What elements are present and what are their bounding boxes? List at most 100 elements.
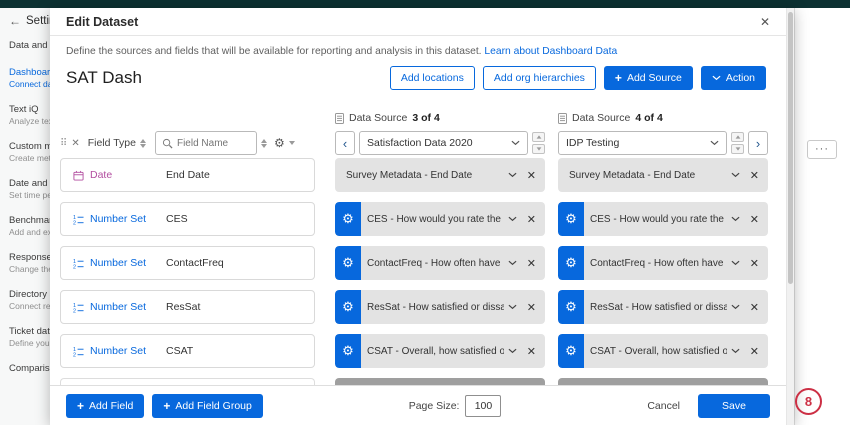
- field-card[interactable]: 12 Number Set CES: [60, 202, 315, 236]
- previous-source-button[interactable]: ‹: [335, 131, 355, 155]
- source-mapping-chip[interactable]: ⚙ ContactFreq - How often have ... ✕: [558, 246, 768, 280]
- svg-text:2: 2: [73, 308, 76, 312]
- save-button[interactable]: Save: [698, 394, 770, 418]
- data-source-4-header: Data Source 4 of 4: [558, 112, 663, 124]
- field-type-label: Field Type: [88, 137, 136, 149]
- search-icon: [162, 138, 173, 149]
- chevron-down-icon[interactable]: [731, 172, 740, 178]
- chevron-down-icon[interactable]: [731, 260, 740, 266]
- add-locations-button[interactable]: Add locations: [390, 66, 475, 90]
- add-field-group-button[interactable]: +Add Field Group: [152, 394, 262, 418]
- edit-dataset-modal: Edit Dataset ✕ Define the sources and fi…: [50, 8, 794, 425]
- cancel-button[interactable]: Cancel: [647, 400, 680, 412]
- reorder-up-icon[interactable]: [532, 132, 545, 142]
- field-row-ces: 12 Number Set CES ⚙ CES - How would you …: [50, 202, 794, 236]
- remove-mapping-icon[interactable]: ✕: [527, 345, 536, 358]
- field-card[interactable]: Date End Date: [60, 158, 315, 192]
- remove-mapping-icon[interactable]: ✕: [750, 345, 759, 358]
- search-input[interactable]: [177, 138, 243, 149]
- source-mapping-chip[interactable]: ⚙ CSAT - Overall, how satisfied or... ✕: [335, 334, 545, 368]
- data-source-3-select[interactable]: Satisfaction Data 2020: [359, 131, 528, 155]
- sort-field-name-icon[interactable]: [261, 139, 267, 148]
- source-mapping-chip[interactable]: ⚙ ContactFreq - How often have ... ✕: [335, 246, 545, 280]
- number-set-icon: 12: [73, 258, 84, 269]
- source-mapping-chip[interactable]: ⚙ ResSat - How satisfied or dissat... ✕: [335, 290, 545, 324]
- source-mapping-chip[interactable]: ⚙ CSAT - Overall, how satisfied or... ✕: [558, 334, 768, 368]
- field-card[interactable]: 12 Number Set ContactFreq: [60, 246, 315, 280]
- page-size-label: Page Size:: [409, 400, 460, 412]
- next-source-button[interactable]: ›: [748, 131, 768, 155]
- source-mapping-chip[interactable]: Survey Metadata - End Date ✕: [558, 158, 768, 192]
- learn-more-link[interactable]: Learn about Dashboard Data: [484, 46, 617, 57]
- source-mapping-chip[interactable]: ⚙ CES - How would you rate the ... ✕: [558, 202, 768, 236]
- toolbar: Add locations Add org hierarchies +Add S…: [390, 66, 766, 90]
- remove-mapping-icon[interactable]: ✕: [527, 213, 536, 226]
- action-button[interactable]: Action: [701, 66, 766, 90]
- document-icon: [335, 113, 344, 124]
- remove-mapping-icon[interactable]: ✕: [527, 301, 536, 314]
- gear-icon[interactable]: ⚙: [335, 202, 361, 236]
- source-mapping-chip[interactable]: ⚙ ResSat - How satisfied or dissat... ✕: [558, 290, 768, 324]
- gear-icon[interactable]: ⚙: [558, 334, 584, 368]
- plus-icon: +: [163, 400, 170, 412]
- field-card[interactable]: 12 Number Set CSAT: [60, 334, 315, 368]
- remove-mapping-icon[interactable]: ✕: [750, 301, 759, 314]
- page-size-input[interactable]: [465, 395, 501, 417]
- source-mapping-chip[interactable]: Survey Metadata - End Date ✕: [335, 158, 545, 192]
- chevron-down-icon: [712, 75, 721, 81]
- reorder-source-3-controls: [532, 132, 545, 154]
- gear-icon[interactable]: ⚙: [558, 246, 584, 280]
- screen: ← Settings Data and analy Dashboard da C…: [0, 0, 850, 425]
- chevron-down-icon[interactable]: [508, 348, 517, 354]
- footer-right: Cancel Save: [647, 394, 770, 418]
- add-field-button[interactable]: +Add Field: [66, 394, 144, 418]
- remove-mapping-icon[interactable]: ✕: [527, 257, 536, 270]
- field-type: Date: [61, 169, 166, 181]
- field-type: 12 Number Set: [61, 213, 166, 225]
- description-text: Define the sources and fields that will …: [66, 46, 482, 57]
- chevron-down-icon[interactable]: [508, 216, 517, 222]
- gear-icon[interactable]: ⚙: [335, 290, 361, 324]
- source-mapping-chip[interactable]: ⚙ CES - How would you rate the ... ✕: [335, 202, 545, 236]
- back-arrow-icon[interactable]: ←: [9, 14, 21, 28]
- reorder-down-icon[interactable]: [532, 144, 545, 154]
- svg-text:2: 2: [73, 352, 76, 356]
- field-row-contactfreq: 12 Number Set ContactFreq ⚙ ContactFreq …: [50, 246, 794, 280]
- scrollbar-thumb[interactable]: [788, 12, 793, 284]
- field-type: 12 Number Set: [61, 257, 166, 269]
- data-source-4-select[interactable]: IDP Testing: [558, 131, 727, 155]
- reorder-up-icon[interactable]: [731, 132, 744, 142]
- modal-scrollbar[interactable]: [786, 8, 794, 425]
- chevron-down-icon[interactable]: [508, 172, 517, 178]
- sort-field-type-icon[interactable]: [140, 139, 146, 148]
- chevron-down-icon[interactable]: [508, 260, 517, 266]
- modal-header: Edit Dataset ✕: [50, 8, 786, 36]
- remove-mapping-icon[interactable]: ✕: [527, 169, 536, 182]
- reorder-down-icon[interactable]: [731, 144, 744, 154]
- chevron-down-icon[interactable]: [731, 304, 740, 310]
- gear-icon[interactable]: ⚙: [558, 290, 584, 324]
- chevron-down-icon[interactable]: [731, 216, 740, 222]
- page-right-rail: ···: [794, 8, 850, 425]
- clear-filter-icon[interactable]: ✕: [71, 138, 79, 149]
- drag-handle-icon[interactable]: ⠿: [60, 138, 67, 149]
- remove-mapping-icon[interactable]: ✕: [750, 169, 759, 182]
- add-org-hierarchies-button[interactable]: Add org hierarchies: [483, 66, 596, 90]
- remove-mapping-icon[interactable]: ✕: [750, 257, 759, 270]
- close-icon[interactable]: ✕: [760, 15, 770, 29]
- gear-icon[interactable]: ⚙: [335, 246, 361, 280]
- number-set-icon: 12: [73, 346, 84, 357]
- gear-caret-icon[interactable]: [289, 141, 295, 145]
- chevron-down-icon[interactable]: [731, 348, 740, 354]
- chevron-down-icon[interactable]: [508, 304, 517, 310]
- chevron-down-icon: [710, 140, 719, 146]
- field-type: 12 Number Set: [61, 345, 166, 357]
- more-options-button[interactable]: ···: [807, 140, 837, 159]
- column-settings-gear-icon[interactable]: ⚙: [274, 136, 285, 150]
- add-source-button[interactable]: +Add Source: [604, 66, 693, 90]
- remove-mapping-icon[interactable]: ✕: [750, 213, 759, 226]
- gear-icon[interactable]: ⚙: [558, 202, 584, 236]
- field-name-search[interactable]: [155, 131, 257, 155]
- gear-icon[interactable]: ⚙: [335, 334, 361, 368]
- field-card[interactable]: 12 Number Set ResSat: [60, 290, 315, 324]
